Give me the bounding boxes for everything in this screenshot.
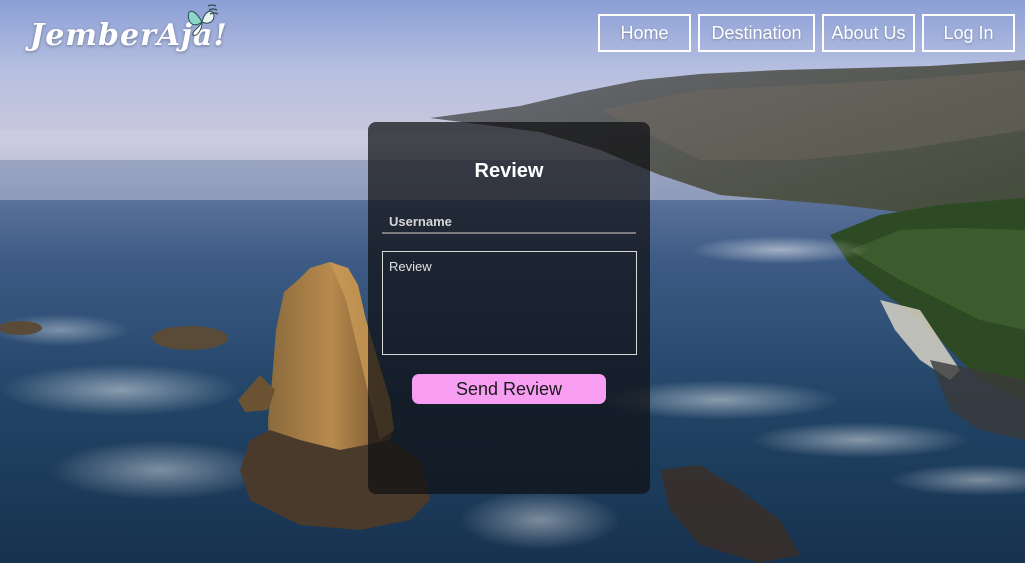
username-input[interactable] [382, 210, 636, 234]
nav-about-us-button[interactable]: About Us [822, 14, 915, 52]
nav-home-button[interactable]: Home [598, 14, 691, 52]
nav-log-in-button[interactable]: Log In [922, 14, 1015, 52]
main-nav: Home Destination About Us Log In [598, 14, 1015, 52]
nav-destination-button[interactable]: Destination [698, 14, 815, 52]
page: JemberAja! Home Destination About Us Log… [0, 0, 1025, 563]
send-review-button[interactable]: Send Review [412, 374, 606, 404]
review-form-card: Review Send Review [368, 122, 650, 494]
form-title: Review [474, 160, 544, 182]
butterfly-icon [187, 4, 219, 36]
review-textarea[interactable] [382, 251, 637, 355]
